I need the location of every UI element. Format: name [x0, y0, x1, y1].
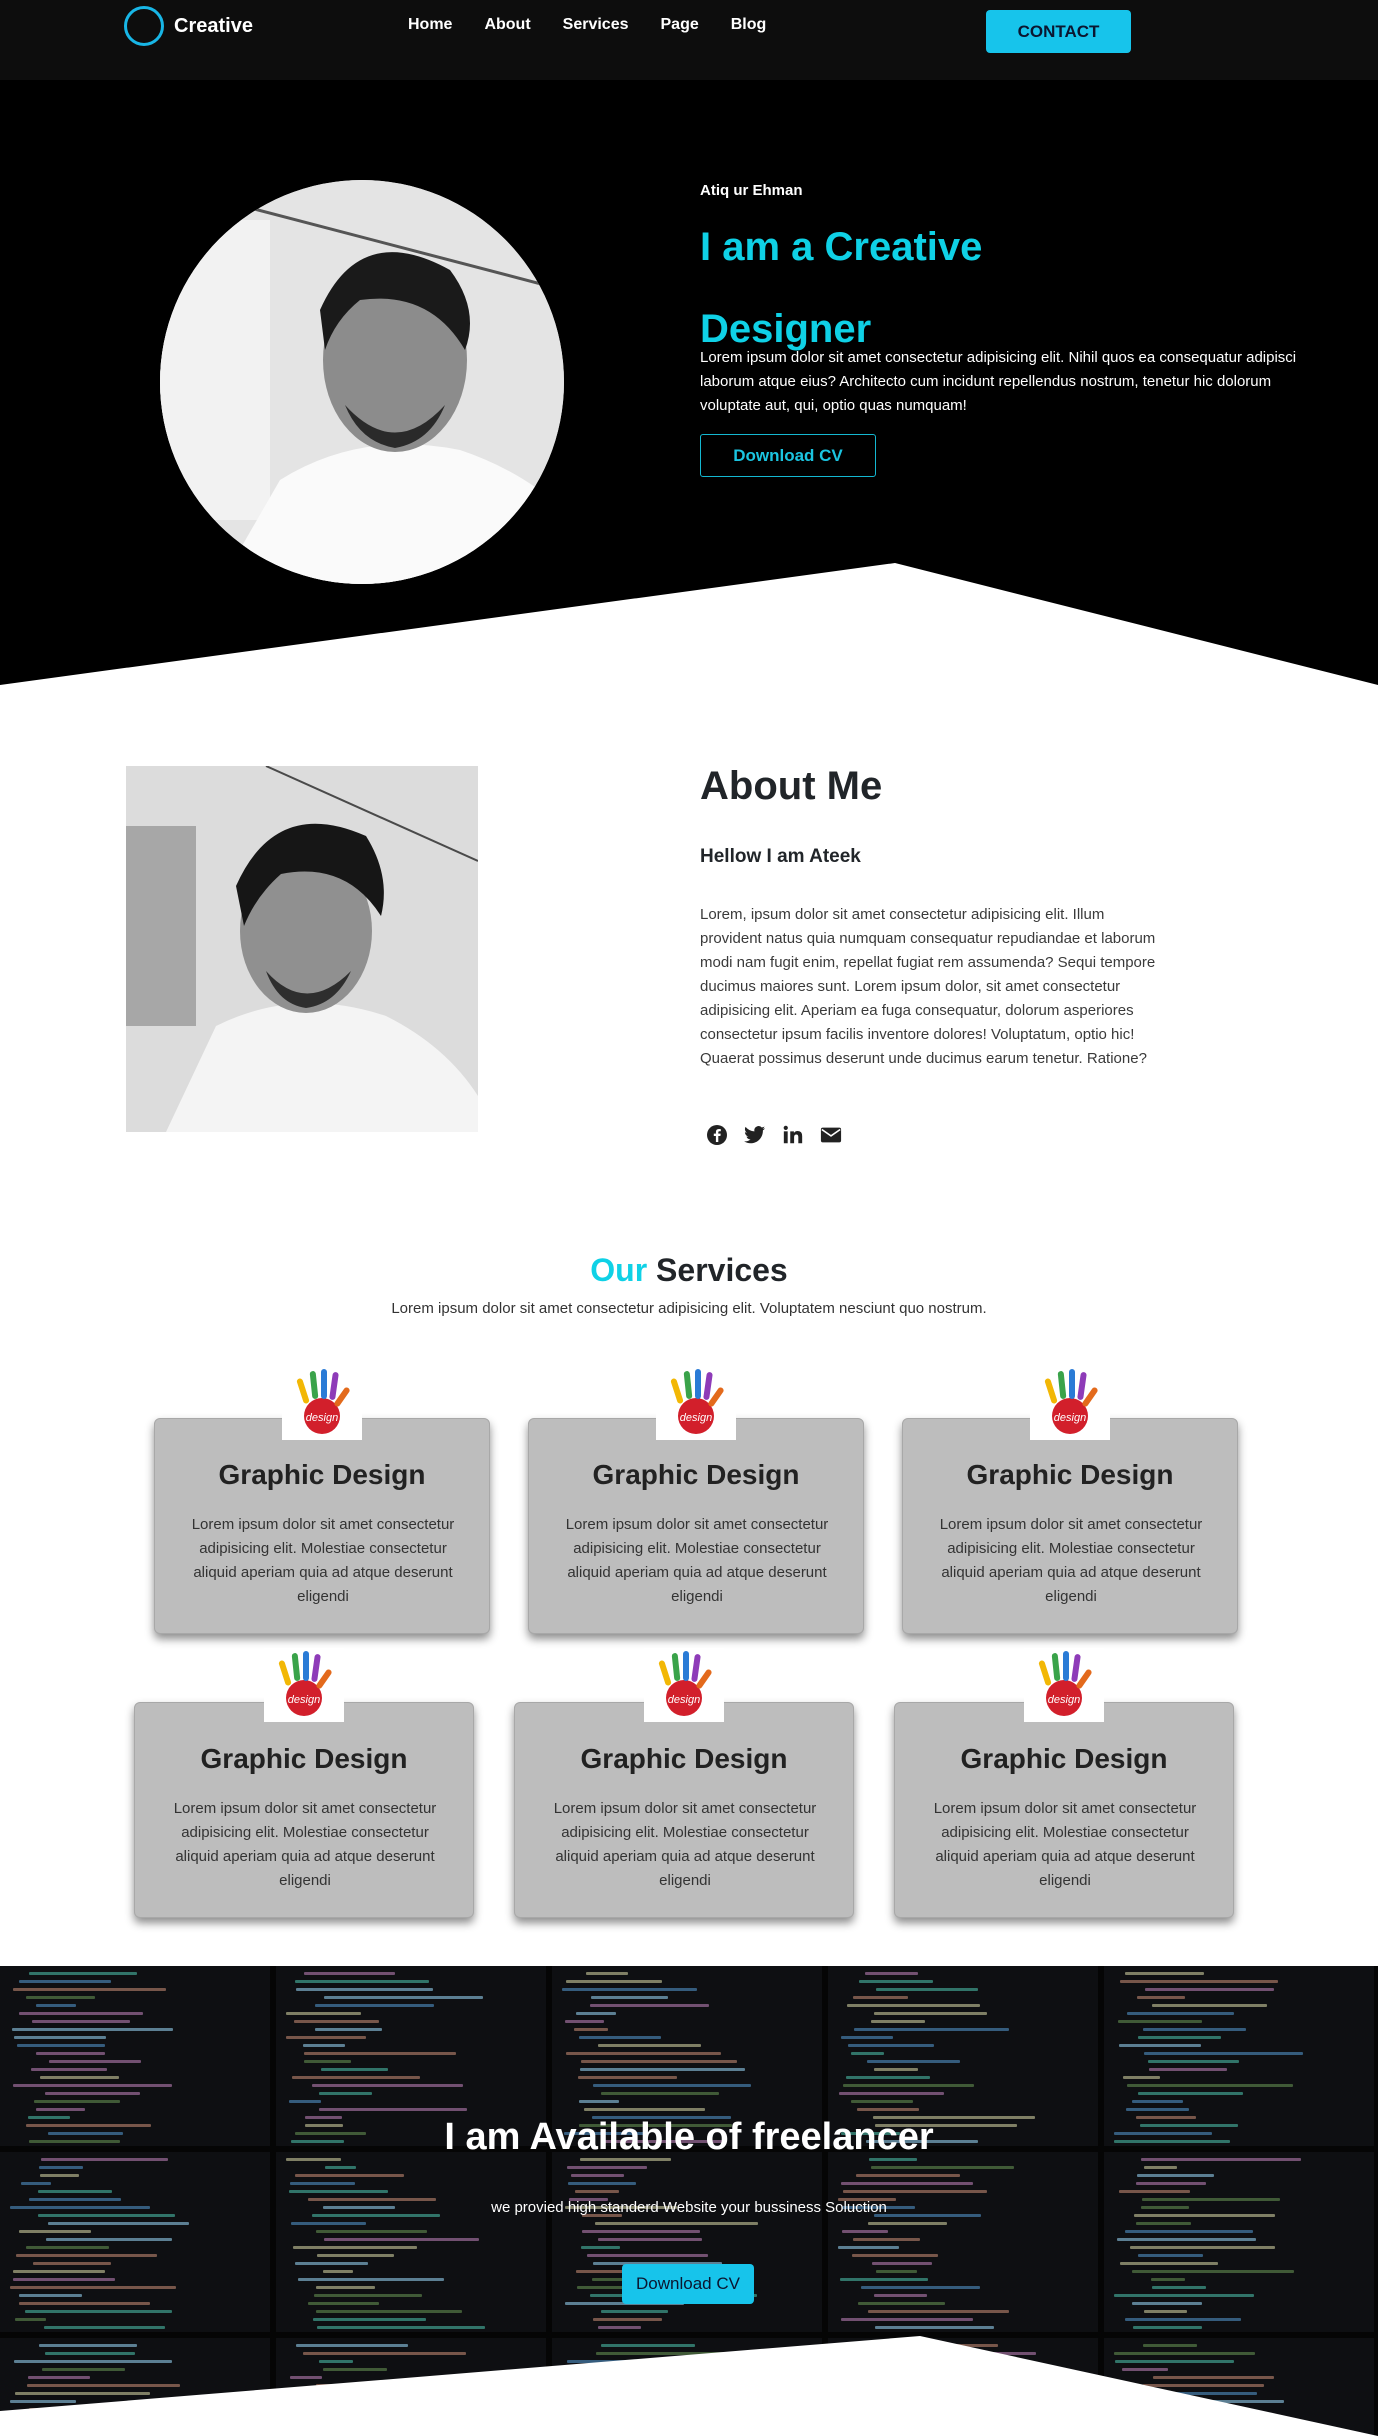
nav-menu: Home About Services Page Blog [408, 16, 798, 34]
about-photo [126, 766, 478, 1132]
freelance-download-cv-button[interactable]: Download CV [622, 2264, 754, 2304]
logo-text: design [1048, 1694, 1080, 1706]
social-links [706, 1124, 842, 1146]
hero-description: Lorem ipsum dolor sit amet consectetur a… [700, 349, 1297, 414]
service-card: Graphic Design Lorem ipsum dolor sit amet… [528, 1418, 864, 1634]
brand-logo-icon [124, 6, 164, 46]
hero-profile-photo [160, 180, 564, 584]
service-card: Graphic Design Lorem ipsum dolor sit amet… [894, 1702, 1234, 1918]
service-card-text: Lorem ipsum dolor sit amet consectetur a… [191, 1516, 455, 1605]
service-card-text: Lorem ipsum dolor sit amet consectetur a… [553, 1800, 817, 1889]
freelance-description: we provied high standerd Website your bu… [491, 2199, 887, 2216]
freelance-title: I am Available of freelancer [444, 2116, 934, 2158]
about-title: About Me [700, 764, 883, 808]
navbar: Creative Home About Services Page Blog C… [0, 0, 1378, 80]
brand-name: Creative [174, 14, 253, 37]
service-card-title: Graphic Design [966, 1459, 1174, 1490]
twitter-icon[interactable] [744, 1124, 766, 1146]
about-subtitle: Hellow I am Ateek [700, 846, 861, 867]
hero-section: Atiq ur Ehman I am a Creative Designer L… [0, 80, 1378, 690]
services-title-accent: Our [590, 1252, 648, 1288]
logo-text: design [668, 1694, 700, 1706]
logo-text: design [288, 1694, 320, 1706]
nav-link-about[interactable]: About [484, 16, 530, 34]
service-card-text: Lorem ipsum dolor sit amet consectetur a… [565, 1516, 829, 1605]
logo-text: design [680, 1412, 712, 1424]
service-card-title: Graphic Design [592, 1459, 800, 1490]
freelance-section: I am Available of freelancer we provied … [0, 1966, 1378, 2436]
download-cv-button[interactable]: Download CV [700, 434, 876, 477]
contact-button[interactable]: CONTACT [986, 10, 1131, 53]
service-card: Graphic Design Lorem ipsum dolor sit amet… [154, 1418, 490, 1634]
linkedin-icon[interactable] [782, 1124, 804, 1146]
logo-text: design [306, 1412, 338, 1424]
graphic-design-logo-icon: design [264, 1648, 344, 1722]
services-description: Lorem ipsum dolor sit amet consectetur a… [391, 1300, 987, 1317]
facebook-icon[interactable] [706, 1124, 728, 1146]
about-text: Lorem, ipsum dolor sit amet consectetur … [700, 906, 1156, 1067]
logo-text: design [1054, 1412, 1086, 1424]
brand[interactable]: Creative [124, 6, 253, 46]
service-card-text: Lorem ipsum dolor sit amet consectetur a… [933, 1800, 1197, 1889]
service-card: Graphic Design Lorem ipsum dolor sit amet… [902, 1418, 1238, 1634]
service-card-title: Graphic Design [218, 1459, 426, 1490]
service-card-title: Graphic Design [580, 1743, 788, 1774]
service-card: Graphic Design Lorem ipsum dolor sit amet… [514, 1702, 854, 1918]
service-card-title: Graphic Design [200, 1743, 408, 1774]
graphic-design-logo-icon: design [656, 1366, 736, 1440]
services-title-rest: Services [656, 1252, 788, 1288]
nav-link-services[interactable]: Services [563, 16, 629, 34]
service-card: Graphic Design Lorem ipsum dolor sit amet… [134, 1702, 474, 1918]
graphic-design-logo-icon: design [1024, 1648, 1104, 1722]
service-card-text: Lorem ipsum dolor sit amet consectetur a… [173, 1800, 437, 1889]
hero-name: Atiq ur Ehman [700, 182, 803, 199]
graphic-design-logo-icon: design [644, 1648, 724, 1722]
envelope-icon[interactable] [820, 1124, 842, 1146]
nav-link-blog[interactable]: Blog [731, 16, 767, 34]
service-card-text: Lorem ipsum dolor sit amet consectetur a… [939, 1516, 1203, 1605]
nav-link-home[interactable]: Home [408, 16, 452, 34]
nav-link-page[interactable]: Page [661, 16, 699, 34]
services-title: Our Services [0, 1252, 1378, 1289]
service-card-title: Graphic Design [960, 1743, 1168, 1774]
graphic-design-logo-icon: design [1030, 1366, 1110, 1440]
graphic-design-logo-icon: design [282, 1366, 362, 1440]
